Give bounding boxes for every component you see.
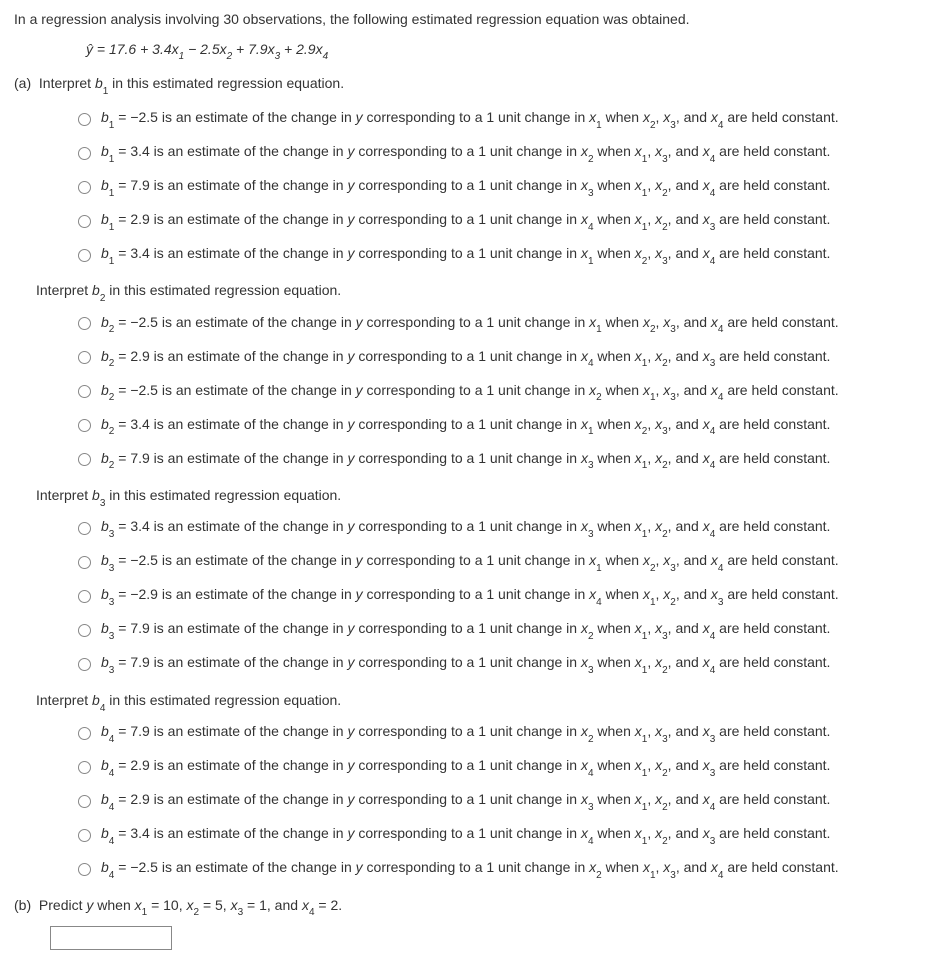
option-text: b3 = 3.4 is an estimate of the change in… <box>101 517 830 540</box>
radio-icon[interactable] <box>78 522 91 535</box>
radio-icon[interactable] <box>78 795 91 808</box>
radio-icon[interactable] <box>78 181 91 194</box>
q2-block: b2 = −2.5 is an estimate of the change i… <box>50 310 936 474</box>
option-text: b4 = −2.5 is an estimate of the change i… <box>101 858 839 881</box>
predict-y-input[interactable] <box>50 926 172 950</box>
radio-icon[interactable] <box>78 385 91 398</box>
part-b-label: (b) Predict y when x1 = 10, x2 = 5, x3 =… <box>14 896 936 919</box>
option-text: b2 = −2.5 is an estimate of the change i… <box>101 313 839 336</box>
option-text: b3 = −2.9 is an estimate of the change i… <box>101 585 839 608</box>
q2-option-2[interactable]: b2 = 2.9 is an estimate of the change in… <box>78 344 936 372</box>
q4-option-5[interactable]: b4 = −2.5 is an estimate of the change i… <box>78 856 936 884</box>
option-text: b3 = −2.5 is an estimate of the change i… <box>101 551 839 574</box>
radio-icon[interactable] <box>78 453 91 466</box>
q2-option-1[interactable]: b2 = −2.5 is an estimate of the change i… <box>78 310 936 338</box>
option-text: b1 = 7.9 is an estimate of the change in… <box>101 176 830 199</box>
q1-option-3[interactable]: b1 = 7.9 is an estimate of the change in… <box>78 173 936 201</box>
intro-text: In a regression analysis involving 30 ob… <box>14 10 936 30</box>
q1-option-1[interactable]: b1 = −2.5 is an estimate of the change i… <box>78 105 936 133</box>
radio-icon[interactable] <box>78 863 91 876</box>
option-text: b1 = 3.4 is an estimate of the change in… <box>101 142 830 165</box>
q2-prompt: Interpret b2 in this estimated regressio… <box>36 281 936 304</box>
option-text: b2 = 7.9 is an estimate of the change in… <box>101 449 830 472</box>
option-text: b3 = 7.9 is an estimate of the change in… <box>101 653 830 676</box>
part-a: (a) Interpret b1 in this estimated regre… <box>14 74 936 883</box>
q4-prompt: Interpret b4 in this estimated regressio… <box>36 691 936 714</box>
q1-option-5[interactable]: b1 = 3.4 is an estimate of the change in… <box>78 241 936 269</box>
q1-option-4[interactable]: b1 = 2.9 is an estimate of the change in… <box>78 207 936 235</box>
q3-option-2[interactable]: b3 = −2.5 is an estimate of the change i… <box>78 549 936 577</box>
radio-icon[interactable] <box>78 113 91 126</box>
radio-icon[interactable] <box>78 761 91 774</box>
part-b: (b) Predict y when x1 = 10, x2 = 5, x3 =… <box>14 896 936 951</box>
q4-block: b4 = 7.9 is an estimate of the change in… <box>50 720 936 884</box>
option-text: b1 = 3.4 is an estimate of the change in… <box>101 244 830 267</box>
option-text: b4 = 7.9 is an estimate of the change in… <box>101 722 830 745</box>
q4-option-4[interactable]: b4 = 3.4 is an estimate of the change in… <box>78 822 936 850</box>
radio-icon[interactable] <box>78 624 91 637</box>
q3-prompt: Interpret b3 in this estimated regressio… <box>36 486 936 509</box>
radio-icon[interactable] <box>78 147 91 160</box>
option-text: b4 = 2.9 is an estimate of the change in… <box>101 756 830 779</box>
q4-option-3[interactable]: b4 = 2.9 is an estimate of the change in… <box>78 788 936 816</box>
radio-icon[interactable] <box>78 215 91 228</box>
option-text: b4 = 3.4 is an estimate of the change in… <box>101 824 830 847</box>
q2-option-4[interactable]: b2 = 3.4 is an estimate of the change in… <box>78 412 936 440</box>
q4-option-2[interactable]: b4 = 2.9 is an estimate of the change in… <box>78 754 936 782</box>
radio-icon[interactable] <box>78 727 91 740</box>
q3-option-5[interactable]: b3 = 7.9 is an estimate of the change in… <box>78 651 936 679</box>
q1-option-2[interactable]: b1 = 3.4 is an estimate of the change in… <box>78 139 936 167</box>
radio-icon[interactable] <box>78 658 91 671</box>
q4-option-1[interactable]: b4 = 7.9 is an estimate of the change in… <box>78 720 936 748</box>
q3-block: b3 = 3.4 is an estimate of the change in… <box>50 515 936 679</box>
radio-icon[interactable] <box>78 829 91 842</box>
q3-option-1[interactable]: b3 = 3.4 is an estimate of the change in… <box>78 515 936 543</box>
radio-icon[interactable] <box>78 317 91 330</box>
option-text: b1 = 2.9 is an estimate of the change in… <box>101 210 830 233</box>
radio-icon[interactable] <box>78 249 91 262</box>
radio-icon[interactable] <box>78 419 91 432</box>
radio-icon[interactable] <box>78 351 91 364</box>
q2-option-3[interactable]: b2 = −2.5 is an estimate of the change i… <box>78 378 936 406</box>
q3-option-3[interactable]: b3 = −2.9 is an estimate of the change i… <box>78 583 936 611</box>
q1-block: b1 = −2.5 is an estimate of the change i… <box>50 105 936 269</box>
regression-equation: ŷ = 17.6 + 3.4x1 − 2.5x2 + 7.9x3 + 2.9x4 <box>86 40 936 63</box>
radio-icon[interactable] <box>78 590 91 603</box>
option-text: b1 = −2.5 is an estimate of the change i… <box>101 108 839 131</box>
q3-option-4[interactable]: b3 = 7.9 is an estimate of the change in… <box>78 617 936 645</box>
option-text: b3 = 7.9 is an estimate of the change in… <box>101 619 830 642</box>
part-a-label: (a) Interpret b1 in this estimated regre… <box>14 74 936 97</box>
option-text: b4 = 2.9 is an estimate of the change in… <box>101 790 830 813</box>
option-text: b2 = 3.4 is an estimate of the change in… <box>101 415 830 438</box>
option-text: b2 = −2.5 is an estimate of the change i… <box>101 381 839 404</box>
option-text: b2 = 2.9 is an estimate of the change in… <box>101 347 830 370</box>
radio-icon[interactable] <box>78 556 91 569</box>
q2-option-5[interactable]: b2 = 7.9 is an estimate of the change in… <box>78 446 936 474</box>
